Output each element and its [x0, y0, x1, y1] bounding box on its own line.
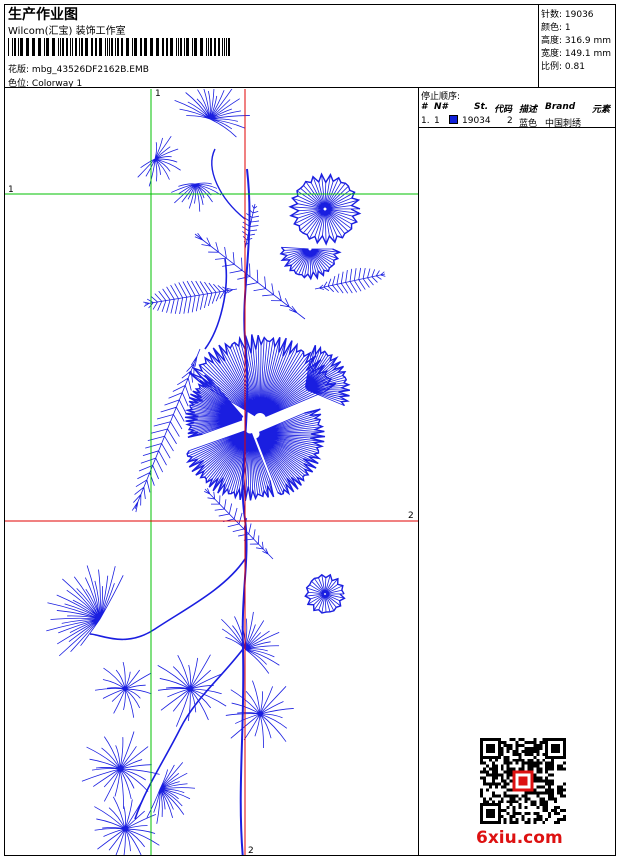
panel-divider — [418, 87, 419, 856]
design-filename: mbg_43526DF2162B.EMB — [31, 65, 149, 75]
col-header-st: St. — [474, 102, 489, 112]
color-swatch — [449, 115, 458, 124]
guide-label-red-h: 2 — [408, 511, 414, 521]
company-name: Wilcom(汇宝) 装饰工作室 — [8, 26, 126, 37]
guide-label-green-v: 1 — [155, 89, 161, 99]
col-header-brand: Brand — [545, 102, 576, 112]
stat-width: 宽度: 149.1 mm — [541, 49, 612, 59]
guide-label-green-h: 1 — [8, 185, 14, 195]
stat-height: 高度: 316.9 mm — [541, 36, 612, 46]
col-header-hash: # — [421, 102, 428, 112]
row-brand: 中国刺绣 — [545, 119, 582, 129]
qr-code — [480, 738, 566, 824]
stat-stitches: 针数: 19036 — [541, 10, 594, 20]
stat-colors: 颜色: 1 — [541, 23, 571, 33]
colorway: 色位: Colorway 1 — [8, 79, 83, 89]
col-header-desc: 描述 — [519, 105, 538, 115]
barcode — [8, 38, 230, 56]
col-header-n: N# — [434, 102, 448, 112]
table-divider — [418, 127, 616, 128]
stat-scale: 比例: 0.81 — [541, 62, 585, 72]
design-file: 花版: mbg_43526DF2162B.EMB — [8, 65, 149, 75]
stop-sequence-label: 停止顺序: — [421, 92, 461, 102]
row-code: 2 — [507, 116, 513, 126]
col-header-element: 元素 — [592, 105, 611, 115]
flower-embroidery — [46, 89, 386, 855]
colorway-value: Colorway 1 — [31, 79, 83, 89]
page-title: 生产作业图 — [8, 7, 78, 23]
row-desc: 蓝色 — [519, 119, 538, 129]
embroidery-preview — [5, 89, 418, 855]
row-index: 1. — [421, 116, 430, 126]
stats-divider — [538, 4, 539, 88]
guide-label-red-v: 2 — [248, 846, 254, 856]
row-n: 1 — [434, 116, 440, 126]
header-divider — [4, 87, 616, 88]
col-header-code: 代码 — [494, 105, 513, 115]
row-stitches: 19034 — [462, 116, 491, 126]
watermark: 6xiu.com — [476, 828, 563, 848]
